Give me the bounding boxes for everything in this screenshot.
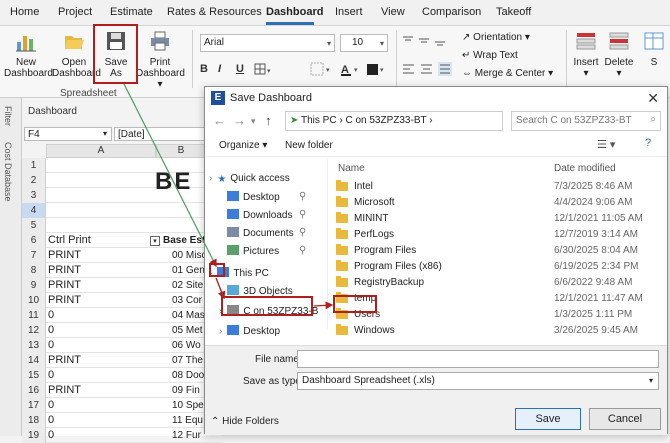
instruction-arrows bbox=[123, 83, 334, 310]
